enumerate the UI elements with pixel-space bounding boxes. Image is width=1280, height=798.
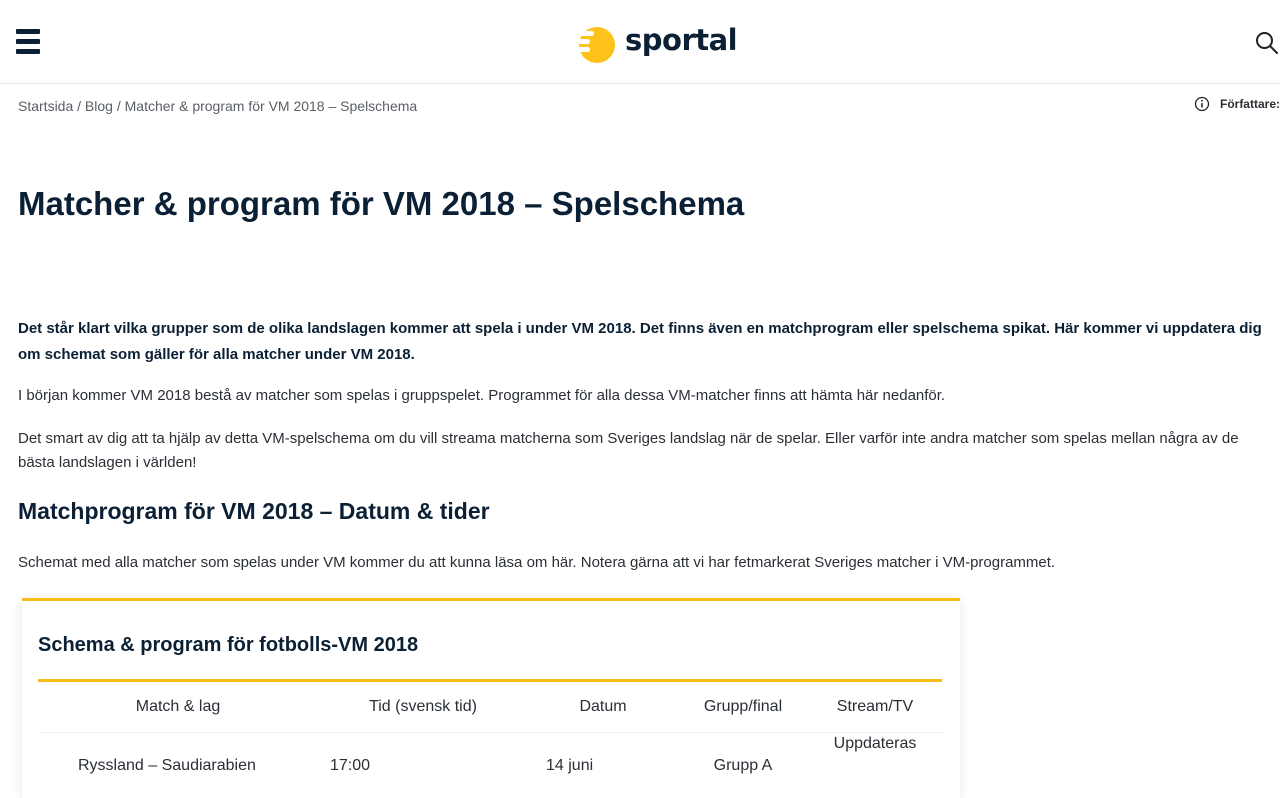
author-label: Författare: [1219, 97, 1280, 111]
group-cell: Grupp A [713, 757, 773, 774]
column-header-time: Tid (svensk tid) [369, 698, 477, 715]
body-paragraph-3: Schemat med alla matcher som spelas unde… [18, 554, 1056, 571]
hamburger-menu-icon[interactable] [16, 29, 40, 55]
column-header-date: Datum [579, 698, 627, 715]
site-header: sportal [0, 0, 1280, 84]
breadcrumb: Startsida / Blog / Matcher & program för… [18, 98, 417, 114]
breadcrumb-home[interactable]: Startsida [18, 98, 73, 114]
table-row: Ryssland – Saudiarabien 17:00 14 juni Gr… [38, 733, 942, 783]
time-cell: 17:00 [330, 757, 371, 774]
search-icon[interactable] [1254, 30, 1280, 56]
table-header-row: Match & lag Tid (svensk tid) Datum Grupp… [38, 682, 942, 733]
breadcrumb-separator: / [77, 98, 82, 114]
info-icon [1194, 96, 1210, 112]
schedule-title: Schema & program för fotbolls-VM 2018 [38, 634, 419, 656]
sportal-logo[interactable]: sportal [574, 22, 738, 64]
match-cell: Ryssland – Saudiarabien [78, 757, 256, 774]
column-header-group: Grupp/final [703, 698, 783, 715]
body-paragraph-2: Det smart av dig att ta hjälp av detta V… [18, 430, 1239, 471]
schedule-card: Schema & program för fotbolls-VM 2018 Ma… [22, 598, 960, 798]
column-header-match: Match & lag [135, 698, 221, 715]
logo-text: sportal [625, 23, 738, 57]
breadcrumb-current: Matcher & program för VM 2018 – Spelsche… [124, 98, 418, 114]
section-heading: Matchprogram för VM 2018 – Datum & tider [18, 498, 490, 524]
logo-mark-icon [575, 27, 615, 63]
breadcrumb-separator: / [116, 98, 121, 114]
stream-cell: Uppdateras [833, 735, 917, 752]
page-title: Matcher & program för VM 2018 – Spelsche… [18, 185, 745, 222]
body-paragraph-1: I början kommer VM 2018 bestå av matcher… [18, 387, 946, 404]
author-toggle[interactable]: Författare: [1194, 96, 1280, 112]
breadcrumb-blog[interactable]: Blog [85, 98, 113, 114]
lead-paragraph: Det står klart vilka grupper som de olik… [18, 320, 1262, 363]
date-cell: 14 juni [546, 757, 594, 774]
schedule-table: Match & lag Tid (svensk tid) Datum Grupp… [38, 679, 942, 783]
